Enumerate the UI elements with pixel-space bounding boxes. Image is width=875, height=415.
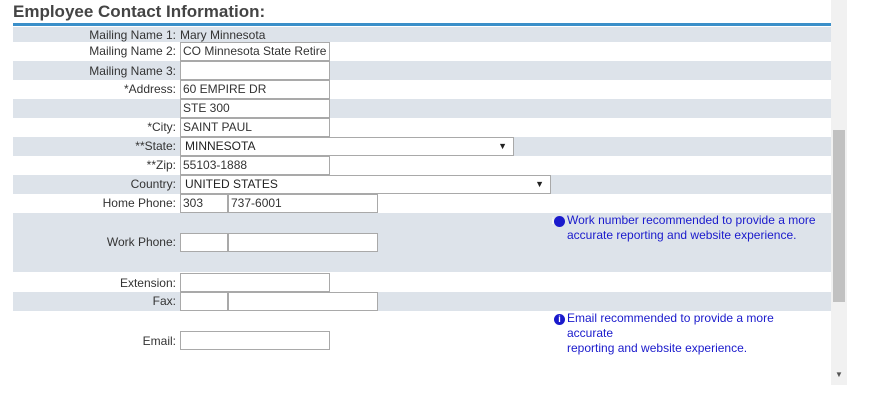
mailing-name-1-label: Mailing Name 1: [89, 28, 176, 42]
mailing-name-3-input[interactable] [180, 61, 330, 80]
email-note-line2: accurate [567, 326, 614, 340]
vertical-scrollbar[interactable]: ▼ [831, 0, 847, 385]
email-note-line1: Email recommended to provide a more [567, 311, 774, 325]
home-phone-label: Home Phone: [102, 196, 176, 210]
row-city: *City: SAINT PAUL [13, 118, 831, 137]
state-label: **State: [135, 139, 176, 153]
row-zip: **Zip: 55103-1888 [13, 156, 831, 175]
country-label: Country: [130, 177, 176, 191]
row-country: Country: UNITED STATES ▼ [13, 175, 831, 194]
work-phone-area-input[interactable] [180, 233, 228, 252]
chevron-down-icon: ▼ [498, 141, 507, 151]
city-input[interactable]: SAINT PAUL [180, 118, 330, 137]
mailing-name-2-label: Mailing Name 2: [89, 44, 176, 58]
work-phone-note: i Work number recommended to provide a mo… [552, 213, 827, 243]
email-label: Email: [142, 334, 176, 348]
address-line2-input[interactable]: STE 300 [180, 99, 330, 118]
row-mailing-name-2: Mailing Name 2: CO Minnesota State Retir… [13, 42, 831, 61]
zip-input[interactable]: 55103-1888 [180, 156, 330, 175]
work-phone-label: Work Phone: [106, 235, 176, 249]
scroll-down-arrow-icon[interactable]: ▼ [835, 370, 843, 379]
fax-label: Fax: [152, 294, 176, 308]
country-select[interactable]: UNITED STATES ▼ [180, 175, 551, 194]
row-mailing-name-3: Mailing Name 3: [13, 61, 831, 80]
fax-number-input[interactable] [228, 292, 378, 311]
row-email: Email: i Email recommended to provide a m… [13, 311, 831, 361]
email-note: i Email recommended to provide a more acc… [554, 311, 814, 356]
contact-panel: Employee Contact Information: Mailing Na… [0, 0, 831, 415]
title-divider [13, 23, 831, 26]
address-line1-input[interactable]: 60 EMPIRE DR [180, 80, 330, 99]
home-phone-area-input[interactable]: 303 [180, 194, 228, 213]
row-extension: Extension: [13, 272, 831, 292]
email-input[interactable] [180, 331, 330, 350]
scrollbar-thumb[interactable] [833, 130, 845, 302]
row-address-1: *Address: 60 EMPIRE DR [13, 80, 831, 99]
address-label: *Address: [123, 82, 176, 96]
chevron-down-icon: ▼ [535, 179, 544, 189]
work-phone-note-text: Work number recommended to provide a mor… [567, 213, 816, 242]
fax-area-input[interactable] [180, 292, 228, 311]
home-phone-number-input[interactable]: 737-6001 [228, 194, 378, 213]
row-fax: Fax: [13, 292, 831, 311]
mailing-name-2-input[interactable]: CO Minnesota State Retire [180, 42, 330, 61]
city-label: *City: [147, 120, 176, 134]
section-title: Employee Contact Information: [13, 2, 266, 21]
zip-label: **Zip: [146, 158, 176, 172]
mailing-name-3-label: Mailing Name 3: [89, 64, 176, 78]
info-icon: i [552, 216, 565, 227]
row-mailing-name-1: Mailing Name 1: Mary Minnesota [13, 27, 831, 42]
work-phone-number-input[interactable] [228, 233, 378, 252]
row-address-2: STE 300 [13, 99, 831, 118]
mailing-name-1-value: Mary Minnesota [180, 28, 266, 42]
info-icon: i [554, 314, 565, 325]
row-work-phone: Work Phone: i Work number recommended to … [13, 213, 831, 272]
extension-input[interactable] [180, 273, 330, 292]
row-home-phone: Home Phone: 303 737-6001 [13, 194, 831, 213]
state-select[interactable]: MINNESOTA ▼ [180, 137, 514, 156]
extension-label: Extension: [119, 276, 176, 290]
state-selected-value: MINNESOTA [185, 139, 256, 153]
email-note-line3: reporting and website experience. [567, 341, 748, 355]
country-selected-value: UNITED STATES [185, 177, 278, 191]
row-state: **State: MINNESOTA ▼ [13, 137, 831, 156]
